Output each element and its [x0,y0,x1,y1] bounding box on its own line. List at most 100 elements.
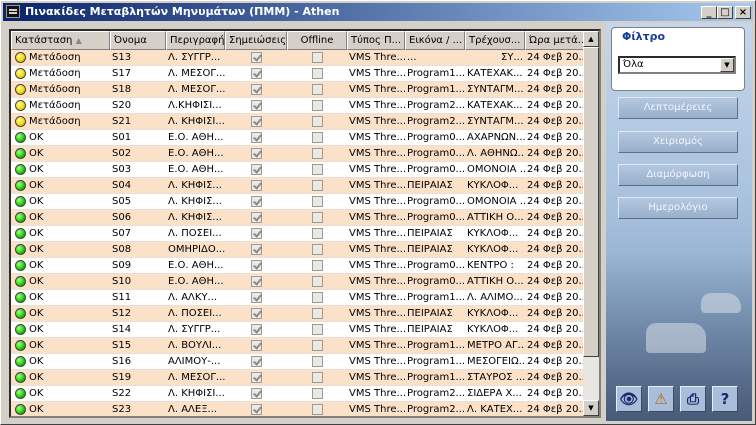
table-row[interactable]: OK S02 Ε.Ο. ΑΘΗ... VMS Thre... Program0... Λ.… [11,146,585,162]
table-row[interactable]: OK S19 Λ. ΜΕΣΟΓ... VMS Thre... Program1... ΣΤ… [11,370,585,386]
notes-checkbox[interactable] [250,180,262,191]
notes-checkbox[interactable] [250,52,262,63]
notes-checkbox[interactable] [250,244,262,255]
table-row[interactable]: OK S01 Ε.Ο. ΑΘΗ... VMS Thre... Program0... ΑΧ… [11,130,585,146]
notes-checkbox[interactable] [250,132,262,143]
offline-checkbox[interactable] [311,324,323,335]
status-text: OK [29,404,44,415]
column-header-current[interactable]: Τρέχουσ... [465,31,525,50]
table-row[interactable]: OK S22 Λ. ΚΗΦΙΣΙ... VMS Thre... Program2... Σ… [11,386,585,402]
current-message-cell: ΣΥ... [501,52,523,63]
offline-checkbox[interactable] [311,180,323,191]
scroll-up-icon[interactable]: ▲ [583,31,599,47]
offline-checkbox[interactable] [311,52,323,63]
notes-checkbox[interactable] [250,260,262,271]
table-row[interactable]: OK S10 Ε.Ο. ΑΘΗ... VMS Thre... Program0... ΑΤ… [11,274,585,290]
column-header-offline[interactable]: Offline [287,31,347,50]
notes-checkbox[interactable] [250,340,262,351]
offline-checkbox[interactable] [311,356,323,367]
table-row[interactable]: Μετάδοση S13 Λ. ΣΥΓΓΡ... VMS Thre...... ΣΥ..… [11,50,585,66]
column-header-description[interactable]: Περιγραφή [166,31,225,50]
offline-checkbox[interactable] [311,340,323,351]
table-row[interactable]: OK S14 Λ. ΣΥΓΓΡ... VMS Thre... ΠΕΙΡΑΙΑΣ ΚΥΚΛΟ… [11,322,585,338]
table-row[interactable]: OK S23 Λ. ΑΛΕΞ... VMS Thre... Program2... Λ. … [11,402,585,416]
notes-checkbox[interactable] [250,228,262,239]
offline-checkbox[interactable] [311,372,323,383]
column-header-time[interactable]: Ώρα μετά... [525,31,585,50]
offline-checkbox[interactable] [311,388,323,399]
offline-checkbox[interactable] [311,132,323,143]
offline-checkbox[interactable] [311,84,323,95]
table-row[interactable]: Μετάδοση S20 Λ.ΚΗΦΙΣΙ... VMS Thre... Program… [11,98,585,114]
table-row[interactable]: Μετάδοση S18 Λ. ΜΕΣΟΓ... VMS Thre... Program… [11,82,585,98]
offline-checkbox[interactable] [311,292,323,303]
table-row[interactable]: Μετάδοση S17 Λ. ΜΕΣΟΓ... VMS Thre... Program… [11,66,585,82]
notes-checkbox[interactable] [250,276,262,287]
table-row[interactable]: Μετάδοση S21 Λ. ΚΗΦΙΣΙ... VMS Thre... Progra… [11,114,585,130]
offline-checkbox[interactable] [311,68,323,79]
close-button[interactable]: × [735,6,751,19]
calendar-button[interactable]: Ημερολόγιο [618,197,738,219]
notes-checkbox[interactable] [250,148,262,159]
column-header-name[interactable]: Όνομα [110,31,166,50]
table-row[interactable]: OK S05 Λ. ΚΗΦΙΣ... VMS Thre... Program0... ΟΜ… [11,194,585,210]
vertical-scrollbar[interactable]: ▲ ▼ [583,31,599,416]
printer-icon[interactable]: ⎙ [680,386,706,412]
notes-checkbox[interactable] [250,372,262,383]
table-row[interactable]: OK S12 Λ. ΠΟΣΕΙ... VMS Thre... ΠΕΙΡΑΙΑΣ ΚΥΚΛΟ… [11,306,585,322]
minimize-button[interactable]: _ [701,6,717,19]
table-row[interactable]: OK S06 Λ. ΚΗΦΙΣ... VMS Thre... Program0... ΑΤ… [11,210,585,226]
offline-checkbox[interactable] [311,260,323,271]
notes-checkbox[interactable] [250,212,262,223]
offline-checkbox[interactable] [311,148,323,159]
notes-checkbox[interactable] [250,308,262,319]
chevron-down-icon[interactable]: ▼ [720,58,734,72]
table-row[interactable]: OK S11 Λ. ΑΛΚΥ... VMS Thre... Program1... Λ. … [11,290,585,306]
column-header-image[interactable]: Εικόνα / ... [405,31,465,50]
table-row[interactable]: OK S08 ΟΜΗΡΙΔΟ... VMS Thre... ΠΕΙΡΑΙΑΣ ΚΥΚΛΟΦ… [11,242,585,258]
offline-checkbox[interactable] [311,308,323,319]
details-button[interactable]: Λεπτομέρειες [618,97,738,119]
title-bar[interactable]: Πινακίδες Μεταβλητών Μηνυμάτων (ΠΜΜ) - A… [3,3,753,21]
maximize-button[interactable]: □ [717,6,733,19]
offline-checkbox[interactable] [311,196,323,207]
table-row[interactable]: OK S09 Ε.Ο. ΑΘΗ... VMS Thre... Program0... ΚΕ… [11,258,585,274]
scroll-down-icon[interactable]: ▼ [583,400,599,416]
notes-checkbox[interactable] [250,100,262,111]
table-row[interactable]: OK S15 Λ. ΒΟΥΛΙ... VMS Thre... Program1... ΜΕ… [11,338,585,354]
offline-checkbox[interactable] [311,100,323,111]
column-header-notes[interactable]: Σημειώσεις [225,31,287,50]
offline-checkbox[interactable] [311,404,323,415]
notes-checkbox[interactable] [250,292,262,303]
notes-checkbox[interactable] [250,116,262,127]
notes-checkbox[interactable] [250,388,262,399]
table-row[interactable]: OK S03 Ε.Ο. ΑΘΗ... VMS Thre... Program0... ΟΜ… [11,162,585,178]
notes-checkbox[interactable] [250,196,262,207]
offline-checkbox[interactable] [311,116,323,127]
database-warning-icon[interactable]: ⚠ [648,386,674,412]
scroll-thumb[interactable] [583,47,599,357]
notes-checkbox[interactable] [250,404,262,415]
offline-checkbox[interactable] [311,212,323,223]
offline-checkbox[interactable] [311,244,323,255]
table-row[interactable]: OK S04 Λ. ΚΗΦΙΣ... VMS Thre... ΠΕΙΡΑΙΑΣ ΚΥΚΛΟ… [11,178,585,194]
filter-select[interactable]: Όλα ▼ [618,56,736,74]
operation-button[interactable]: Χειρισμός [618,131,738,153]
column-header-type[interactable]: Τύπος Π... [347,31,405,50]
binoculars-icon[interactable]: 👁 [616,386,642,412]
help-icon[interactable]: ? [712,386,738,412]
notes-checkbox[interactable] [250,356,262,367]
notes-checkbox[interactable] [250,324,262,335]
offline-checkbox[interactable] [311,276,323,287]
notes-checkbox[interactable] [250,164,262,175]
offline-checkbox[interactable] [311,228,323,239]
notes-checkbox[interactable] [250,68,262,79]
column-header-status[interactable]: Κατάσταση ▲ [11,31,110,50]
app-icon[interactable] [6,5,20,18]
notes-checkbox[interactable] [250,84,262,95]
table-row[interactable]: OK S16 ΑΛΙΜΟΥ-... VMS Thre... Program1... ΜΕΣ… [11,354,585,370]
table-row[interactable]: OK S07 Λ. ΠΟΣΕΙ... VMS Thre... ΠΕΙΡΑΙΑΣ ΚΥΚΛΟ… [11,226,585,242]
offline-checkbox-cell [287,194,347,209]
configuration-button[interactable]: Διαμόρφωση [618,164,738,186]
offline-checkbox[interactable] [311,164,323,175]
